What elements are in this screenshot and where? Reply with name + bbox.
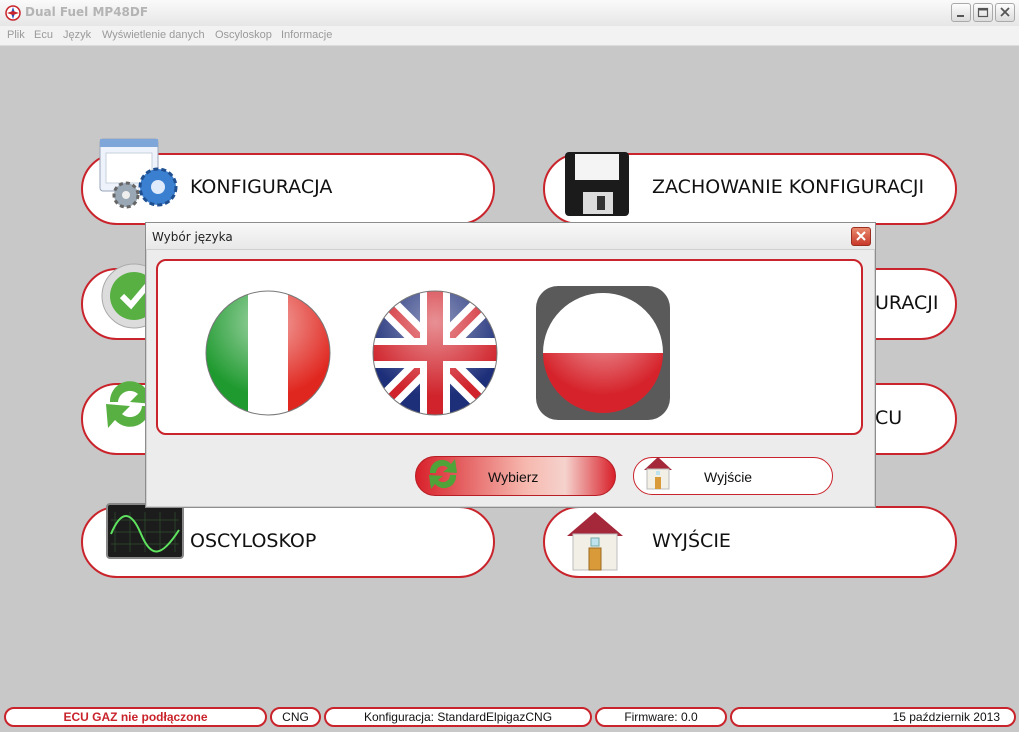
close-icon (856, 231, 866, 241)
firmware-status: Firmware: 0.0 (595, 707, 727, 727)
minimize-button[interactable] (951, 3, 971, 22)
house-icon (567, 512, 623, 571)
language-dialog: Wybór języka Wybierz Wyjście (145, 222, 876, 508)
config-status: Konfiguracja: StandardElpigazCNG (324, 707, 592, 727)
wyjscie-label: WYJŚCIE (652, 530, 731, 552)
menu-jezyk[interactable]: Język (63, 29, 91, 41)
app-icon (5, 5, 21, 21)
close-button[interactable] (995, 3, 1015, 22)
menu-informacje[interactable]: Informacje (281, 29, 332, 41)
window-title: Dual Fuel MP48DF (25, 5, 149, 19)
menu-wyswietlenie-danych[interactable]: Wyświetlenie danych (102, 29, 205, 41)
flag-panel (156, 259, 863, 435)
menu-ecu[interactable]: Ecu (34, 29, 53, 41)
configuration-icon (99, 138, 178, 209)
uk-flag-icon[interactable] (369, 287, 501, 419)
maximize-icon (977, 7, 989, 18)
select-language-label: Wybierz (488, 469, 539, 485)
dialog-exit-button[interactable]: Wyjście (633, 457, 833, 495)
minimize-icon (957, 15, 964, 17)
dialog-title: Wybór języka (152, 230, 233, 244)
row2-right-label: URACJI (875, 292, 939, 314)
maximize-button[interactable] (973, 3, 993, 22)
oscilloscope-icon (106, 503, 184, 559)
house-icon (644, 457, 672, 490)
italian-flag-icon[interactable] (202, 287, 334, 419)
floppy-disk-icon (565, 152, 629, 216)
dialog-title-bar: Wybór języka (146, 223, 875, 250)
menu-bar: Plik Ecu Język Wyświetlenie danych Oscyl… (0, 26, 1019, 46)
oscyloskop-label: OSCYLOSKOP (190, 530, 317, 552)
menu-oscyloskop[interactable]: Oscyloskop (215, 29, 272, 41)
konfiguracja-label: KONFIGURACJA (190, 176, 333, 198)
select-language-button[interactable]: Wybierz (415, 456, 616, 496)
date-status: 15 październik 2013 (730, 707, 1016, 727)
polish-flag-icon[interactable] (535, 285, 671, 421)
row3-right-label: CU (875, 407, 903, 429)
connection-status: ECU GAZ nie podłączone (4, 707, 267, 727)
zachowanie-konfiguracji-label: ZACHOWANIE KONFIGURACJI (652, 176, 925, 198)
dialog-close-button[interactable] (851, 227, 871, 246)
dialog-exit-label: Wyjście (704, 469, 753, 485)
refresh-icon (429, 459, 457, 489)
close-icon (1000, 7, 1010, 17)
menu-plik[interactable]: Plik (7, 29, 25, 41)
fuel-type-status: CNG (270, 707, 321, 727)
title-bar: Dual Fuel MP48DF (0, 0, 1019, 27)
